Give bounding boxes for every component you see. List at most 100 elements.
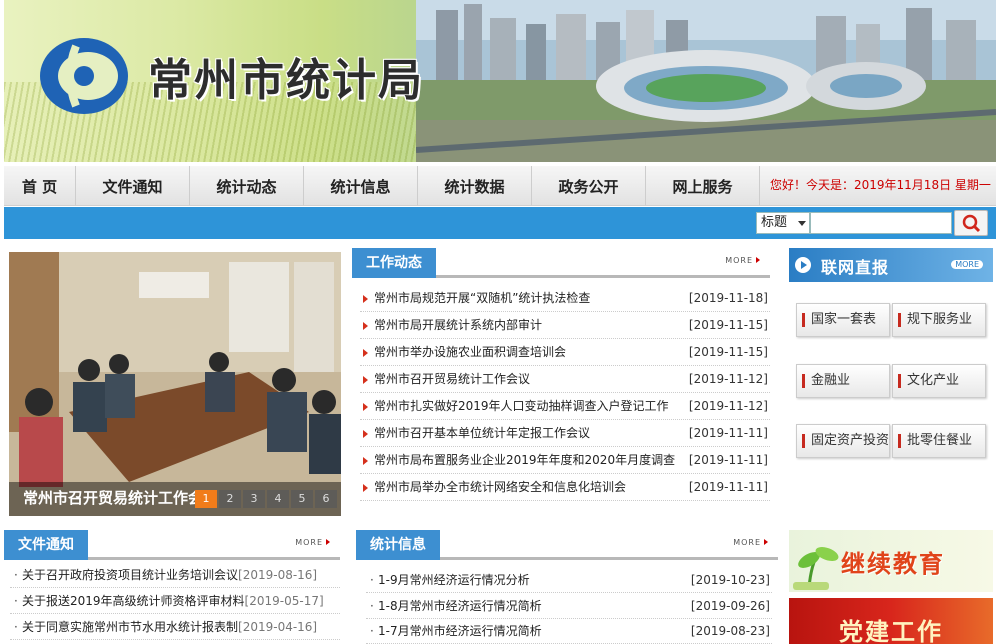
bullet-icon: · bbox=[370, 599, 374, 613]
info-date: [2019-08-23] bbox=[690, 624, 770, 638]
notice-title[interactable]: 关于同意实施常州市节水用水统计报表制[2019-04-16] bbox=[22, 614, 317, 640]
search-input[interactable] bbox=[810, 212, 952, 234]
search-bar: 标题 bbox=[4, 207, 996, 239]
file-notice-title[interactable]: 文件通知 bbox=[4, 530, 88, 560]
news-slideshow[interactable]: 常州市召开贸易统计工作会议 1 2 3 4 5 6 bbox=[9, 252, 341, 516]
bullet-icon bbox=[363, 376, 368, 384]
list-item[interactable]: 常州市局规范开展“双随机”统计执法检查 [2019-11-18] bbox=[360, 285, 770, 312]
live-button-label: 金融业 bbox=[811, 373, 851, 388]
play-icon bbox=[795, 257, 811, 273]
live-report-header[interactable]: 联网直报 MORE bbox=[789, 248, 993, 282]
list-item[interactable]: 常州市局举办全市统计网络安全和信息化培训会 [2019-11-11] bbox=[360, 474, 770, 501]
news-date: [2019-11-11] bbox=[688, 453, 768, 467]
slide-page-1[interactable]: 1 bbox=[195, 490, 217, 508]
live-button-finance[interactable]: 金融业 bbox=[796, 364, 890, 398]
work-news-title[interactable]: 工作动态 bbox=[352, 248, 436, 278]
nav-item-info[interactable]: 统计信息 bbox=[304, 166, 418, 206]
slide-page-2[interactable]: 2 bbox=[219, 490, 241, 508]
news-date: [2019-11-18] bbox=[688, 291, 768, 305]
live-report-title: 联网直报 bbox=[821, 258, 890, 277]
slide-page-3[interactable]: 3 bbox=[243, 490, 265, 508]
slide-page-4[interactable]: 4 bbox=[267, 490, 289, 508]
news-date: [2019-11-11] bbox=[688, 480, 768, 494]
info-title[interactable]: 1-7月常州市经济运行情况简析 bbox=[378, 618, 542, 644]
live-report-more[interactable]: MORE bbox=[951, 260, 983, 269]
list-item[interactable]: 常州市局布置服务业企业2019年年度和2020年月度调查 [2019-11-11] bbox=[360, 447, 770, 474]
news-title[interactable]: 常州市举办设施农业面积调查培训会 bbox=[374, 339, 566, 366]
stat-info-title[interactable]: 统计信息 bbox=[356, 530, 440, 560]
slide-page-5[interactable]: 5 bbox=[291, 490, 313, 508]
more-label: MORE bbox=[733, 538, 761, 547]
party-building-banner[interactable]: 党建工作 bbox=[789, 598, 993, 644]
live-button-label: 国家一套表 bbox=[811, 312, 877, 327]
list-item[interactable]: 常州市局开展统计系统内部审计 [2019-11-15] bbox=[360, 312, 770, 339]
notice-title-text: 关于报送2019年高级统计师资格评审材料 bbox=[22, 594, 245, 608]
bullet-icon: · bbox=[370, 624, 374, 638]
marker-bar bbox=[898, 313, 901, 327]
list-item[interactable]: · 关于报送2019年高级统计师资格评审材料[2019-05-17] bbox=[10, 588, 340, 614]
list-item[interactable]: · 关于召开政府投资项目统计业务培训会议[2019-08-16] bbox=[10, 562, 340, 588]
info-date: [2019-09-26] bbox=[690, 599, 770, 613]
news-title[interactable]: 常州市召开贸易统计工作会议 bbox=[374, 366, 530, 393]
continuing-education-banner[interactable]: 继续教育 bbox=[789, 530, 993, 592]
live-button-label: 文化产业 bbox=[907, 373, 960, 388]
nav-item-data[interactable]: 统计数据 bbox=[418, 166, 532, 206]
bullet-icon bbox=[363, 349, 368, 357]
arrow-right-icon bbox=[764, 539, 768, 545]
news-title[interactable]: 常州市局布置服务业企业2019年年度和2020年月度调查 bbox=[374, 447, 675, 474]
info-date: [2019-10-23] bbox=[690, 573, 770, 587]
notice-title[interactable]: 关于召开政府投资项目统计业务培训会议[2019-08-16] bbox=[22, 562, 317, 588]
live-button-label: 规下服务业 bbox=[907, 312, 973, 327]
live-button-fixed-assets[interactable]: 固定资产投资 bbox=[796, 424, 890, 458]
info-title[interactable]: 1-8月常州市经济运行情况简析 bbox=[378, 593, 542, 619]
news-title[interactable]: 常州市局开展统计系统内部审计 bbox=[374, 312, 542, 339]
search-type-value: 标题 bbox=[761, 215, 788, 230]
promo-title: 继续教育 bbox=[841, 550, 945, 578]
nav-item-notices[interactable]: 文件通知 bbox=[76, 166, 190, 206]
nav-item-dynamics[interactable]: 统计动态 bbox=[190, 166, 304, 206]
plant-icon bbox=[793, 547, 839, 590]
news-date: [2019-11-11] bbox=[688, 426, 768, 440]
work-news-more[interactable]: MORE bbox=[725, 256, 760, 265]
live-button-culture[interactable]: 文化产业 bbox=[892, 364, 986, 398]
marker-bar bbox=[802, 434, 805, 448]
live-button-national-set[interactable]: 国家一套表 bbox=[796, 303, 890, 337]
bullet-icon: · bbox=[14, 568, 18, 582]
search-type-select[interactable]: 标题 bbox=[756, 212, 810, 234]
chevron-down-icon bbox=[798, 221, 806, 226]
list-item[interactable]: 常州市扎实做好2019年人口变动抽样调查入户登记工作 [2019-11-12] bbox=[360, 393, 770, 420]
live-button-service-industry[interactable]: 规下服务业 bbox=[892, 303, 986, 337]
meeting-photo bbox=[9, 252, 341, 516]
bullet-icon bbox=[363, 295, 368, 303]
site-title: 常州市统计局 bbox=[148, 55, 424, 106]
news-title[interactable]: 常州市局规范开展“双随机”统计执法检查 bbox=[374, 285, 590, 312]
notice-date: [2019-04-16] bbox=[238, 620, 318, 634]
list-item[interactable]: · 关于同意实施常州市节水用水统计报表制[2019-04-16] bbox=[10, 614, 340, 640]
more-label: MORE bbox=[725, 256, 753, 265]
list-item[interactable]: · 1-8月常州市经济运行情况简析 [2019-09-26] bbox=[366, 593, 772, 619]
news-title[interactable]: 常州市局举办全市统计网络安全和信息化培训会 bbox=[374, 474, 626, 501]
list-item[interactable]: 常州市举办设施农业面积调查培训会 [2019-11-15] bbox=[360, 339, 770, 366]
news-date: [2019-11-12] bbox=[688, 372, 768, 386]
slide-page-6[interactable]: 6 bbox=[315, 490, 337, 508]
list-item[interactable]: 常州市召开贸易统计工作会议 [2019-11-12] bbox=[360, 366, 770, 393]
news-title[interactable]: 常州市扎实做好2019年人口变动抽样调查入户登记工作 bbox=[374, 393, 669, 420]
live-button-label: 固定资产投资 bbox=[811, 433, 890, 448]
file-notice-more[interactable]: MORE bbox=[295, 538, 330, 547]
live-button-retail[interactable]: 批零住餐业 bbox=[892, 424, 986, 458]
list-item[interactable]: 常州市召开基本单位统计年定报工作会议 [2019-11-11] bbox=[360, 420, 770, 447]
nav-item-government[interactable]: 政务公开 bbox=[532, 166, 646, 206]
notice-title[interactable]: 关于报送2019年高级统计师资格评审材料[2019-05-17] bbox=[22, 588, 324, 614]
file-notice-header: 文件通知 MORE bbox=[4, 528, 340, 560]
news-title[interactable]: 常州市召开基本单位统计年定报工作会议 bbox=[374, 420, 590, 447]
list-item[interactable]: · 1-7月常州市经济运行情况简析 [2019-08-23] bbox=[366, 618, 772, 644]
city-stadium-image bbox=[416, 0, 996, 162]
slide-caption[interactable]: 常州市召开贸易统计工作会议 bbox=[23, 487, 203, 508]
stat-info-more[interactable]: MORE bbox=[733, 538, 768, 547]
info-title[interactable]: 1-9月常州经济运行情况分析 bbox=[378, 567, 530, 593]
nav-item-online-service[interactable]: 网上服务 bbox=[646, 166, 760, 206]
date-greeting: 您好！今天是：2019年11月18日 星期一 bbox=[770, 178, 991, 192]
nav-item-home[interactable]: 首 页 bbox=[4, 166, 76, 206]
list-item[interactable]: · 1-9月常州经济运行情况分析 [2019-10-23] bbox=[366, 567, 772, 593]
search-button[interactable] bbox=[954, 210, 988, 236]
